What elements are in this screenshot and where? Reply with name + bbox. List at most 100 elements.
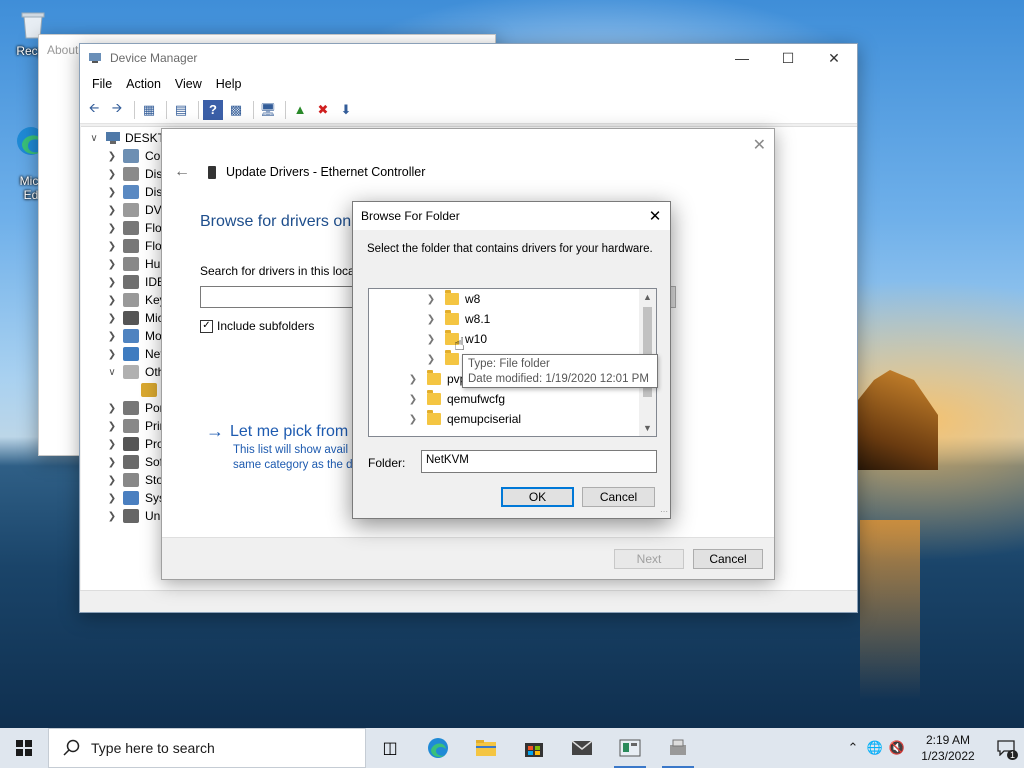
- folder-name-field[interactable]: NetKVM: [421, 450, 657, 473]
- expand-chevron-icon[interactable]: ❯: [105, 439, 119, 450]
- tree-item[interactable]: ❯ Syst: [105, 489, 168, 507]
- taskbar-mail[interactable]: [558, 728, 606, 768]
- tree-item[interactable]: ❯ Hur: [105, 255, 164, 273]
- chevron-up-icon[interactable]: ⌃: [842, 728, 864, 768]
- expand-chevron-icon[interactable]: ❯: [407, 414, 419, 425]
- tree-item[interactable]: ❯ Key: [105, 291, 166, 309]
- include-subfolders-checkbox[interactable]: ✓ Include subfolders: [200, 319, 314, 333]
- tree-item[interactable]: ❯ Uni: [105, 507, 163, 525]
- expand-chevron-icon[interactable]: ❯: [105, 313, 119, 324]
- next-button[interactable]: Next: [614, 549, 684, 569]
- folder-tree-item[interactable]: ❯ w8.1: [425, 309, 490, 329]
- update-driver-icon[interactable]: ▲: [290, 100, 310, 120]
- list-view-icon[interactable]: ▤: [171, 100, 191, 120]
- dialog-titlebar[interactable]: Browse For Folder ✕: [353, 202, 670, 230]
- tree-item[interactable]: ❯ Mic: [105, 309, 164, 327]
- expand-chevron-icon[interactable]: ❯: [105, 295, 119, 306]
- expand-chevron-icon[interactable]: ❯: [425, 354, 437, 365]
- tree-item[interactable]: ❯ Disp: [105, 183, 169, 201]
- notification-center-icon[interactable]: 1: [988, 728, 1024, 768]
- volume-muted-icon[interactable]: 🔇: [886, 728, 908, 768]
- taskbar-store[interactable]: [510, 728, 558, 768]
- expand-chevron-icon[interactable]: ❯: [105, 169, 119, 180]
- expand-chevron-icon[interactable]: ❯: [105, 511, 119, 522]
- tree-item[interactable]: ❯ Net: [105, 345, 164, 363]
- pick-from-list-link[interactable]: → Let me pick from: [206, 421, 348, 442]
- ok-button[interactable]: OK: [501, 487, 574, 507]
- expand-chevron-icon[interactable]: ❯: [105, 331, 119, 342]
- properties-grid-icon[interactable]: ▦: [139, 100, 159, 120]
- tree-item[interactable]: ❯ Pro: [105, 435, 164, 453]
- tree-item[interactable]: ❯ IDE: [105, 273, 165, 291]
- help-icon[interactable]: ?: [203, 99, 223, 120]
- uninstall-device-icon[interactable]: ✖: [313, 100, 333, 120]
- scroll-down-icon[interactable]: ▼: [639, 420, 656, 436]
- expand-chevron-icon[interactable]: ❯: [105, 223, 119, 234]
- expand-chevron-icon[interactable]: ❯: [105, 457, 119, 468]
- menu-file[interactable]: File: [86, 75, 118, 93]
- tree-item[interactable]: ❯ Flop: [105, 237, 168, 255]
- taskbar-driver-setup[interactable]: [654, 728, 702, 768]
- tree-item[interactable]: ❯ Stor: [105, 471, 167, 489]
- device-manager-titlebar[interactable]: Device Manager — ☐ ✕: [80, 44, 857, 72]
- action-pane-icon[interactable]: ▩: [226, 100, 246, 120]
- expand-chevron-icon[interactable]: ❯: [105, 241, 119, 252]
- expand-chevron-icon[interactable]: ❯: [105, 205, 119, 216]
- collapse-chevron-icon[interactable]: ∨: [87, 133, 101, 144]
- tree-item[interactable]: ❯ Soft: [105, 453, 166, 471]
- expand-chevron-icon[interactable]: ❯: [425, 314, 437, 325]
- expand-chevron-icon[interactable]: ❯: [105, 259, 119, 270]
- close-button[interactable]: ✕: [753, 135, 766, 155]
- taskbar-search-box[interactable]: Type here to search: [48, 728, 366, 768]
- expand-chevron-icon[interactable]: ❯: [407, 394, 419, 405]
- expand-chevron-icon[interactable]: ❯: [105, 421, 119, 432]
- resize-grip-icon[interactable]: ⋯: [660, 507, 668, 516]
- maximize-button[interactable]: ☐: [765, 43, 811, 73]
- tree-item[interactable]: ❯ Flop: [105, 219, 168, 237]
- close-button[interactable]: ✕: [811, 43, 857, 73]
- forward-arrow-icon[interactable]: 🡪: [107, 100, 127, 120]
- folder-tree-item[interactable]: ❯ qemufwcfg: [407, 389, 505, 409]
- tree-item[interactable]: ∨ Oth: [105, 363, 164, 381]
- taskbar-device-manager[interactable]: [606, 728, 654, 768]
- expand-chevron-icon[interactable]: ❯: [105, 493, 119, 504]
- checkbox-checked-icon[interactable]: ✓: [200, 319, 213, 333]
- folder-tree-item[interactable]: ❯ pvp: [407, 369, 466, 389]
- expand-chevron-icon[interactable]: ❯: [407, 374, 419, 385]
- collapse-chevron-icon[interactable]: ∨: [105, 367, 119, 378]
- expand-chevron-icon[interactable]: ❯: [105, 187, 119, 198]
- menu-view[interactable]: View: [169, 75, 208, 93]
- expand-chevron-icon[interactable]: ❯: [105, 151, 119, 162]
- back-arrow-icon[interactable]: ←: [174, 163, 190, 181]
- tree-item[interactable]: ❯ Por: [105, 399, 164, 417]
- minimize-button[interactable]: —: [719, 43, 765, 73]
- tree-item[interactable]: ❯ Prir: [105, 417, 164, 435]
- menu-help[interactable]: Help: [210, 75, 248, 93]
- expand-chevron-icon[interactable]: ❯: [105, 277, 119, 288]
- taskbar-edge[interactable]: [414, 728, 462, 768]
- tree-item[interactable]: ❯ Disk: [105, 165, 168, 183]
- back-arrow-icon[interactable]: 🡨: [84, 100, 104, 120]
- folder-tree-item[interactable]: ❯ w8: [425, 289, 480, 309]
- tree-item[interactable]: ❯ Cor: [105, 147, 164, 165]
- tree-item[interactable]: [137, 381, 163, 399]
- enable-device-icon[interactable]: ⬇: [336, 100, 356, 120]
- close-button[interactable]: ✕: [640, 207, 670, 225]
- start-button[interactable]: [0, 728, 48, 768]
- network-globe-icon[interactable]: 🌐: [864, 728, 886, 768]
- cancel-button[interactable]: Cancel: [693, 549, 763, 569]
- scan-hardware-icon[interactable]: 🖥: [258, 100, 278, 120]
- expand-chevron-icon[interactable]: ❯: [105, 349, 119, 360]
- taskbar-file-explorer[interactable]: [462, 728, 510, 768]
- folder-tree-item[interactable]: ❯ qemupciserial: [407, 409, 521, 429]
- clock[interactable]: 2:19 AM 1/23/2022: [908, 732, 988, 764]
- menu-action[interactable]: Action: [120, 75, 167, 93]
- expand-chevron-icon[interactable]: ❯: [105, 403, 119, 414]
- tree-item[interactable]: ❯ Mo: [105, 327, 162, 345]
- scroll-up-icon[interactable]: ▲: [639, 289, 656, 305]
- expand-chevron-icon[interactable]: ❯: [425, 334, 437, 345]
- expand-chevron-icon[interactable]: ❯: [105, 475, 119, 486]
- cancel-button[interactable]: Cancel: [582, 487, 655, 507]
- expand-chevron-icon[interactable]: ❯: [425, 294, 437, 305]
- task-view-button[interactable]: ◫: [366, 728, 414, 768]
